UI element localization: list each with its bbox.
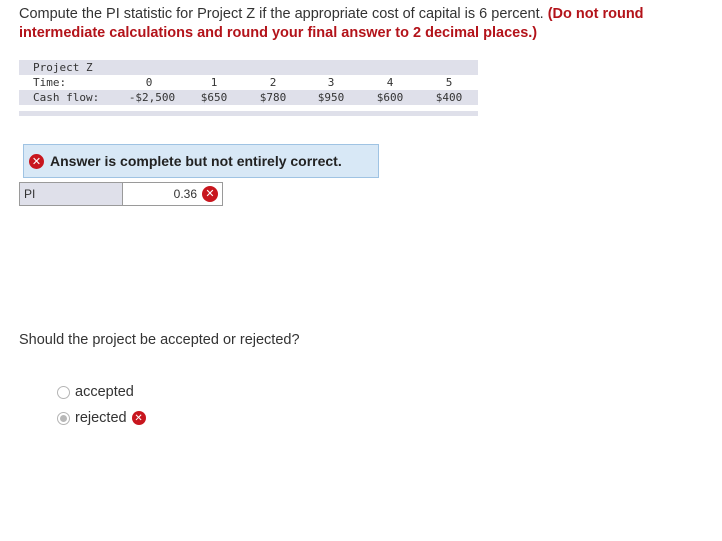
time-label: Time: (33, 76, 67, 89)
table-bottom-divider (19, 111, 478, 116)
time-cell: 2 (269, 76, 277, 89)
feedback-banner: ✕ Answer is complete but not entirely co… (23, 144, 379, 178)
pi-answer-value: 0.36 (173, 187, 197, 201)
time-cell: 5 (445, 76, 453, 89)
time-row: Time: 0 1 2 3 4 5 (19, 75, 478, 90)
cash-flow-cell: -$2,500 (128, 91, 176, 104)
option-label: rejected (75, 410, 127, 426)
cash-flow-cell: $400 (435, 91, 463, 104)
pi-answer-field[interactable]: 0.36 ✕ (123, 183, 222, 205)
radio-button[interactable] (57, 385, 70, 399)
option-accepted[interactable]: accepted (57, 384, 134, 400)
cash-flow-cell: $950 (317, 91, 345, 104)
time-cell: 4 (386, 76, 394, 89)
time-cell: 0 (145, 76, 153, 89)
cash-flow-cell: $600 (376, 91, 404, 104)
cash-flow-table: Project Z Time: 0 1 2 3 4 5 Cash flow: -… (19, 60, 478, 117)
cash-flow-label: Cash flow: (33, 91, 100, 104)
pi-answer-row: PI 0.36 ✕ (19, 182, 223, 206)
feedback-text: Answer is complete but not entirely corr… (50, 153, 342, 169)
project-name: Project Z (33, 61, 93, 74)
option-rejected[interactable]: rejected ✕ (57, 410, 146, 426)
cash-flow-row: Cash flow: -$2,500 $650 $780 $950 $600 $… (19, 90, 478, 105)
x-circle-icon: ✕ (29, 153, 44, 169)
x-circle-icon: ✕ (131, 411, 146, 425)
time-cell: 3 (327, 76, 335, 89)
decision-question: Should the project be accepted or reject… (19, 332, 300, 348)
option-label: accepted (75, 384, 134, 400)
question-body: Compute the PI statistic for Project Z i… (19, 6, 548, 22)
time-cell: 1 (210, 76, 218, 89)
radio-button-selected[interactable] (57, 411, 70, 425)
cash-flow-cell: $650 (200, 91, 228, 104)
pi-label: PI (20, 183, 123, 205)
table-title-row: Project Z (19, 60, 478, 75)
cash-flow-cell: $780 (259, 91, 287, 104)
x-circle-icon: ✕ (202, 186, 218, 202)
question-text: Compute the PI statistic for Project Z i… (19, 5, 709, 43)
